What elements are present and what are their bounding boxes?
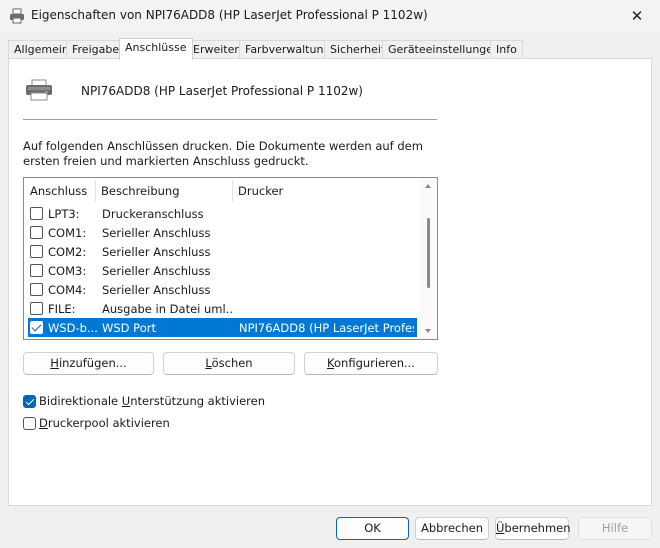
button-label: onfigurieren... bbox=[334, 356, 415, 370]
ports-description: Auf folgenden Anschlüssen drucken. Die D… bbox=[23, 139, 423, 168]
tab-info[interactable]: Info bbox=[490, 40, 523, 59]
checkbox-label: Bidirektionale Unterstützung aktivieren bbox=[39, 394, 266, 408]
button-label: öschen bbox=[211, 356, 253, 370]
port-checkbox[interactable] bbox=[30, 245, 43, 258]
mnemonic: K bbox=[327, 356, 334, 370]
port-checkbox[interactable] bbox=[30, 302, 43, 315]
checkbox-label: Druckerpool aktivieren bbox=[39, 416, 170, 430]
configure-port-button[interactable]: Konfigurieren... bbox=[304, 352, 438, 375]
table-row[interactable]: COM4: Serieller Anschluss bbox=[24, 280, 417, 299]
port-description: Serieller Anschluss bbox=[102, 283, 211, 297]
close-icon: ✕ bbox=[630, 7, 644, 25]
bidirectional-checkbox[interactable] bbox=[23, 395, 36, 408]
port-name: COM2: bbox=[48, 245, 87, 259]
add-port-button[interactable]: Hinzufügen... bbox=[23, 352, 154, 375]
port-name: WSD-b... bbox=[48, 321, 98, 335]
printer-icon bbox=[10, 8, 24, 24]
tab-strip: Allgemein Freigabe Anschlüsse Erweitert … bbox=[8, 38, 652, 60]
window-title: Eigenschaften von NPI76ADD8 (HP LaserJet… bbox=[31, 8, 428, 22]
port-printer: NPI76ADD8 (HP LaserJet Profes... bbox=[239, 321, 414, 335]
port-description: Serieller Anschluss bbox=[102, 264, 211, 278]
column-header-printer[interactable]: Drucker bbox=[232, 178, 417, 204]
scroll-up-arrow-icon[interactable] bbox=[425, 184, 431, 188]
printer-name: NPI76ADD8 (HP LaserJet Professional P 11… bbox=[81, 84, 363, 98]
port-description: WSD Port bbox=[102, 321, 156, 335]
tab-anschluesse[interactable]: Anschlüsse bbox=[119, 38, 193, 60]
port-name: COM1: bbox=[48, 226, 87, 240]
table-row[interactable]: COM2: Serieller Anschluss bbox=[24, 242, 417, 261]
tab-allgemein[interactable]: Allgemein bbox=[8, 40, 75, 59]
list-header: Anschluss Beschreibung Drucker bbox=[24, 178, 421, 204]
tab-geraeteeinstellungen[interactable]: Geräteeinstellungen bbox=[382, 40, 507, 59]
port-checkbox-checked[interactable] bbox=[30, 321, 43, 334]
port-checkbox[interactable] bbox=[30, 264, 43, 277]
separator bbox=[23, 119, 437, 120]
port-checkbox[interactable] bbox=[30, 226, 43, 239]
port-description: Ausgabe in Datei uml... bbox=[102, 302, 232, 316]
port-description: Druckeranschluss bbox=[102, 207, 204, 221]
button-label: inzufügen... bbox=[58, 356, 127, 370]
vertical-scrollbar[interactable] bbox=[420, 178, 437, 339]
port-name: COM3: bbox=[48, 264, 87, 278]
tab-freigabe[interactable]: Freigabe bbox=[66, 40, 126, 59]
table-row[interactable]: FILE: Ausgabe in Datei uml... bbox=[24, 299, 417, 318]
tab-farbverwaltung[interactable]: Farbverwaltung bbox=[239, 40, 337, 59]
table-row-selected[interactable]: WSD-b... WSD Port NPI76ADD8 (HP LaserJet… bbox=[28, 318, 417, 337]
delete-port-button[interactable]: Löschen bbox=[163, 352, 295, 375]
mnemonic: H bbox=[50, 356, 59, 370]
apply-button[interactable]: Übernehmen bbox=[495, 517, 571, 540]
printer-pool-checkbox[interactable] bbox=[23, 417, 36, 430]
scrollbar-thumb[interactable] bbox=[427, 218, 430, 288]
port-description: Serieller Anschluss bbox=[102, 245, 211, 259]
table-row[interactable]: LPT3: Druckeranschluss bbox=[24, 204, 417, 223]
button-label: bernehmen bbox=[504, 521, 571, 535]
port-name: LPT3: bbox=[48, 207, 80, 221]
scroll-down-arrow-icon[interactable] bbox=[425, 329, 431, 333]
port-name: COM4: bbox=[48, 283, 87, 297]
help-button[interactable]: Hilfe bbox=[578, 517, 652, 540]
cancel-button[interactable]: Abbrechen bbox=[415, 517, 489, 540]
ports-list[interactable]: Anschluss Beschreibung Drucker LPT3: Dru… bbox=[23, 177, 438, 340]
port-description: Serieller Anschluss bbox=[102, 226, 211, 240]
ok-button[interactable]: OK bbox=[336, 517, 409, 540]
port-checkbox[interactable] bbox=[30, 207, 43, 220]
column-header-port[interactable]: Anschluss bbox=[24, 178, 95, 204]
port-name: FILE: bbox=[48, 302, 76, 316]
port-checkbox[interactable] bbox=[30, 283, 43, 296]
column-header-description[interactable]: Beschreibung bbox=[95, 178, 232, 204]
title-bar: Eigenschaften von NPI76ADD8 (HP LaserJet… bbox=[0, 0, 660, 32]
table-row[interactable]: COM3: Serieller Anschluss bbox=[24, 261, 417, 280]
printer-large-icon bbox=[26, 79, 52, 101]
close-button[interactable]: ✕ bbox=[614, 0, 660, 32]
table-row[interactable]: COM1: Serieller Anschluss bbox=[24, 223, 417, 242]
